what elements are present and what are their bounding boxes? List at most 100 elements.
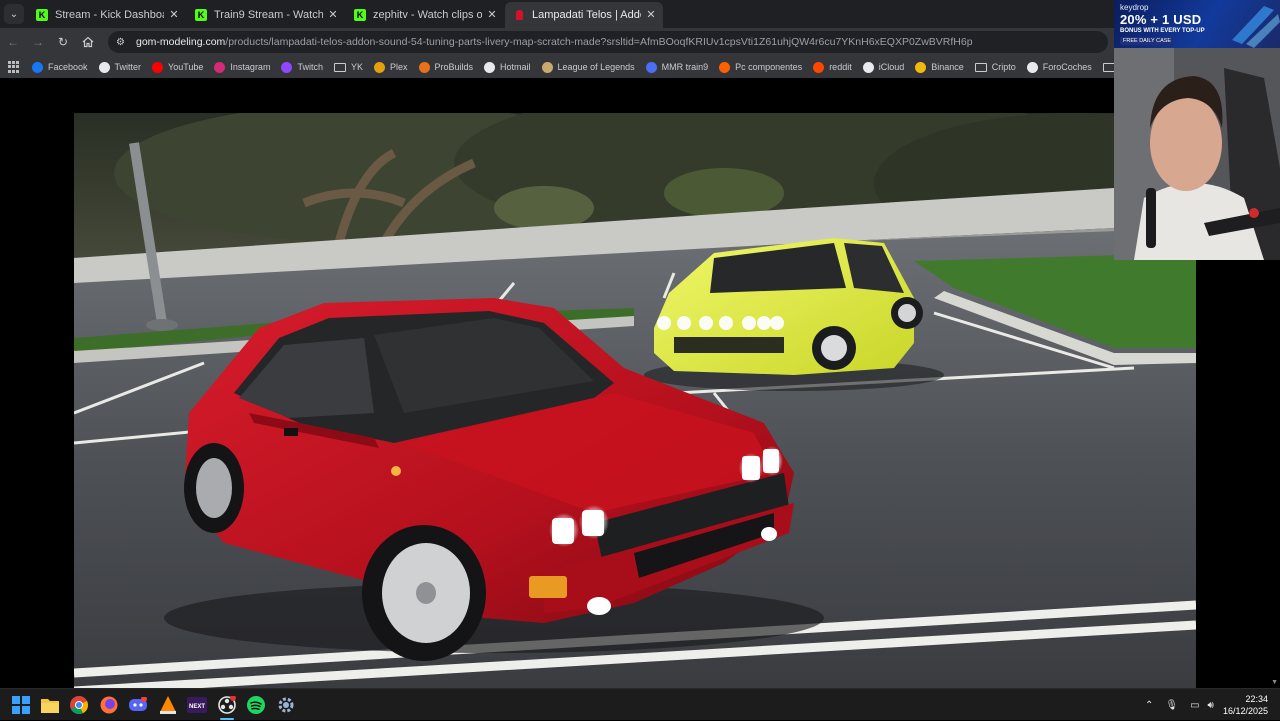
arrow-left-icon: ← [7,35,19,49]
folder-icon [1102,62,1115,72]
chevron-up-icon[interactable]: ⌃ [1145,700,1153,711]
tab-lampadati-telos[interactable]: Lampadati Telos | Addon Sound ✕ [505,2,663,28]
forward-button[interactable]: → [26,30,50,54]
bookmark-label: Plex [389,62,408,72]
tab-title: Train9 Stream - Watch Live on Kick [214,9,323,21]
youtube-icon [152,61,164,73]
windows-start-icon[interactable] [10,694,32,716]
bookmark-label: Cripto [991,62,1016,72]
bookmark-plex[interactable]: Plex [373,61,408,73]
reload-button[interactable]: ↻ [51,30,75,54]
hotmail-icon [484,61,496,73]
next-icon[interactable]: NEXT [186,694,208,716]
bookmark-list: Facebook Twitter YouTube Instagram Twitch YK P… [32,61,1157,73]
gom-icon [513,9,525,21]
plex-icon [373,61,385,73]
binance-icon [915,61,927,73]
tab-kick-dashboard[interactable]: K Stream - Kick Dashboard ✕ [28,2,186,28]
close-icon[interactable]: ✕ [486,9,498,21]
bookmark-label: reddit [829,62,852,72]
bookmark-hotmail[interactable]: Hotmail [484,61,531,73]
close-icon[interactable]: ✕ [168,9,180,21]
tab-strip: ⌄ K Stream - Kick Dashboard ✕ K Train9 S… [0,0,1280,28]
mmr-icon [645,61,657,73]
bookmark-label: YK [350,62,363,72]
apple-icon [862,61,874,73]
bookmark-mmr-train9[interactable]: MMR train9 [645,61,708,73]
pccomponentes-icon [719,61,731,73]
kick-icon: K [354,9,366,21]
bookmark-twitter[interactable]: Twitter [98,61,141,73]
bookmark-league-of-legends[interactable]: League of Legends [541,61,635,73]
volume-icon[interactable]: 🔊︎ [1208,700,1214,711]
kick-icon: K [195,9,207,21]
address-bar[interactable]: ⚙ gom-modeling.com/products/lampadati-te… [108,31,1108,53]
sponsor-banner: keydrop 20% + 1 USD BONUS WITH EVERY TOP… [1114,0,1280,48]
bookmark-label: Binance [931,62,964,72]
display-icon[interactable]: ▭ [1190,700,1199,711]
home-button[interactable] [76,30,100,54]
file-explorer-icon[interactable] [39,694,61,716]
bookmark-binance[interactable]: Binance [915,61,964,73]
apps-grid-icon[interactable] [8,61,20,73]
home-icon [82,36,94,48]
scroll-down-icon[interactable]: ▼ [1271,679,1278,686]
webcam-overlay [1114,48,1280,260]
tab-search-button[interactable]: ⌄ [4,4,24,24]
bookmark-twitch[interactable]: Twitch [281,61,323,73]
settings-icon[interactable] [275,694,297,716]
browser-toolbar: ← → ↻ ⚙ gom-modeling.com/products/lampad… [0,28,1280,56]
sponsor-cta: FREE DAILY CASE [1120,37,1175,45]
bookmark-icloud[interactable]: iCloud [862,61,904,73]
spotify-icon[interactable] [245,694,267,716]
streamer-webcam-illustration [1114,48,1280,260]
bookmark-pc-componentes[interactable]: Pc componentes [719,61,802,73]
x-icon [98,61,110,73]
tab-zephitv-clips[interactable]: K zephitv - Watch clips on Kick ✕ [346,2,504,28]
sponsor-headline: 20% + 1 USD [1120,12,1202,27]
instagram-icon [214,61,226,73]
svg-text:NEXT: NEXT [189,704,205,710]
bookmark-yk[interactable]: YK [333,62,363,72]
bookmark-cripto[interactable]: Cripto [974,62,1016,72]
bookmark-label: Facebook [48,62,88,72]
bookmark-facebook[interactable]: Facebook [32,61,88,73]
tab-title: zephitv - Watch clips on Kick [373,9,482,21]
system-tray: ⌃ 🎙︎ ▭ 🔊︎ [1145,689,1214,721]
system-clock[interactable]: 22:34 16/12/2025 [1223,693,1268,717]
back-button[interactable]: ← [1,30,25,54]
forocoches-icon [1026,61,1038,73]
vlc-icon[interactable] [157,694,179,716]
probuilds-icon [418,61,430,73]
bookmarks-bar: Facebook Twitter YouTube Instagram Twitch YK P… [0,56,1280,78]
bookmark-instagram[interactable]: Instagram [214,61,271,73]
folder-icon [333,62,346,72]
close-icon[interactable]: ✕ [327,9,339,21]
product-image[interactable] [74,113,1196,688]
bookmark-reddit[interactable]: reddit [813,61,852,73]
chrome-icon[interactable] [68,694,90,716]
bookmark-youtube[interactable]: YouTube [152,61,203,73]
microphone-icon[interactable]: 🎙︎ [1165,700,1178,711]
discord-icon[interactable] [127,694,149,716]
reddit-icon [813,61,825,73]
close-icon[interactable]: ✕ [645,9,657,21]
reload-icon: ↻ [57,35,69,49]
tab-train9-stream[interactable]: K Train9 Stream - Watch Live on Kick ✕ [187,2,345,28]
kick-icon: K [36,9,48,21]
folder-icon [974,62,987,72]
bookmark-forocoches[interactable]: ForoCoches [1026,61,1092,73]
facebook-icon [32,61,43,73]
url-path: /products/lampadati-telos-addon-sound-54… [225,36,973,48]
bookmark-probuilds[interactable]: ProBuilds [418,61,473,73]
firefox-icon[interactable] [98,694,120,716]
bookmark-label: Twitch [297,62,323,72]
bookmark-label: Instagram [230,62,271,72]
site-settings-icon[interactable]: ⚙ [116,37,128,48]
page-content: ▼ [0,78,1280,688]
clock-time: 22:34 [1245,694,1268,704]
tab-title: Stream - Kick Dashboard [55,9,164,21]
obs-icon[interactable] [216,694,238,720]
clock-date: 16/12/2025 [1222,706,1268,716]
sponsor-brand: keydrop [1120,3,1149,12]
